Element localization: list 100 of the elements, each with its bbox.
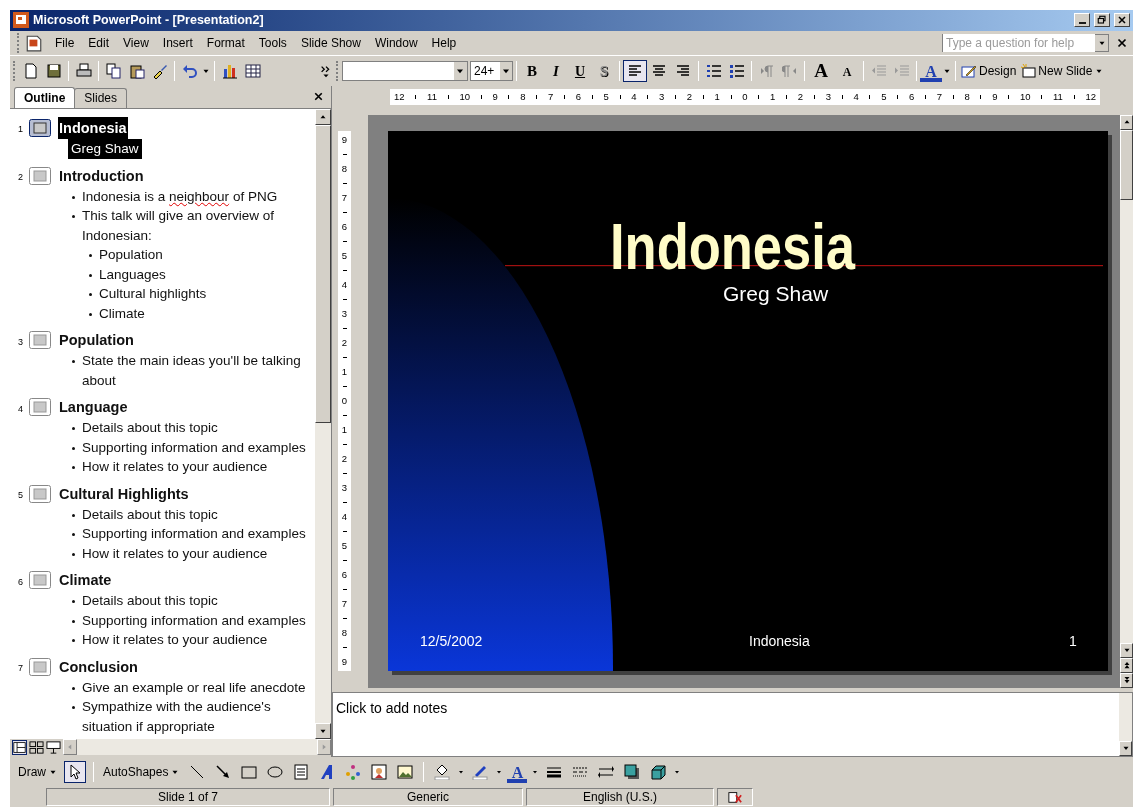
slide-number: 5 (17, 489, 24, 503)
slide-number: 3 (17, 335, 24, 349)
ruler-number: 5 (881, 92, 887, 102)
scroll-thumb[interactable] (315, 124, 331, 423)
italic-button[interactable]: I (544, 60, 568, 83)
pane-tab[interactable]: Outline (14, 86, 76, 108)
restore-button[interactable] (1094, 13, 1110, 28)
menu-item[interactable]: Format (200, 33, 251, 52)
scroll-up-button[interactable] (1120, 114, 1133, 130)
ruler-number: 3 (659, 92, 665, 102)
ruler-number: 7 (341, 192, 348, 203)
ruler-number: 9 (341, 656, 348, 667)
menu-item[interactable]: Slide Show (294, 33, 367, 52)
notes-prompt[interactable]: Click to add notes (336, 699, 448, 716)
ruler-number: 1 (714, 92, 720, 102)
bullet-icon (89, 293, 92, 297)
scroll-up-button[interactable] (315, 108, 331, 125)
ruler-number: 5 (341, 250, 348, 261)
menu-item[interactable]: View (117, 33, 155, 52)
diagram-icon (345, 763, 362, 780)
slide-title[interactable]: Population (58, 329, 135, 352)
document-icon[interactable] (25, 33, 43, 52)
slide-title[interactable]: Indonesia (58, 116, 128, 139)
slide-title[interactable]: Cultural Highlights (58, 482, 190, 505)
bullet-icon (72, 706, 75, 710)
menu-item[interactable]: Edit (82, 33, 116, 52)
minimize-icon (1078, 22, 1086, 25)
design-button[interactable]: Design (959, 60, 1019, 83)
slide-title[interactable]: Climate (58, 569, 113, 592)
draw-menu-button[interactable]: Draw (16, 762, 60, 781)
font-color-button[interactable]: A (920, 60, 942, 83)
slide-footer: Indonesia (749, 630, 810, 652)
bullet-text: Supporting information and examples (82, 438, 307, 457)
ruler-number: 2 (341, 337, 348, 348)
ruler-number: 1 (770, 92, 776, 102)
scroll-down-button[interactable] (1120, 642, 1133, 658)
bullet-text: Indonesia is a neighbour of PNG (82, 187, 279, 206)
ruler-number: 6 (341, 221, 348, 232)
menu-item[interactable]: Insert (156, 33, 199, 52)
clip-art-icon (371, 763, 388, 780)
slide-title[interactable]: Indonesia (610, 214, 855, 279)
pane-tab[interactable]: Slides (74, 87, 128, 108)
close-button[interactable] (1114, 13, 1130, 28)
ruler-number: 4 (853, 92, 859, 102)
slide-title[interactable]: Introduction (58, 164, 145, 187)
underline-button[interactable]: U (568, 60, 592, 83)
help-search-field[interactable]: Type a question for help (942, 33, 1109, 52)
ruler-number: 9 (992, 92, 998, 102)
bullet-text: How it relates to your audience (82, 458, 269, 477)
slide-show-icon[interactable] (46, 739, 61, 755)
new-slide-button[interactable]: New Slide (1018, 60, 1095, 83)
autoshapes-menu-button[interactable]: AutoShapes (101, 762, 183, 781)
chart-icon (221, 63, 238, 80)
menu-item[interactable]: Help (425, 33, 463, 52)
slide-title[interactable]: Conclusion (58, 655, 139, 678)
ruler-number: 6 (908, 92, 915, 102)
minimize-button[interactable] (1074, 13, 1090, 28)
slide-icon[interactable] (29, 118, 51, 137)
ruler-number: 6 (575, 92, 582, 102)
font-grow-button[interactable]: A (808, 60, 834, 83)
scroll-down-button[interactable] (1119, 740, 1132, 756)
pencil-icon (961, 63, 977, 80)
spelling-check-icon[interactable] (727, 789, 743, 804)
shadow-style-icon (624, 763, 641, 780)
font-shrink-button[interactable]: A (834, 60, 860, 83)
subtitle-text[interactable]: Greg Shaw (68, 138, 142, 159)
bullet-icon (72, 639, 75, 643)
ruler-number: 10 (1020, 92, 1031, 102)
bullet-text: Languages (99, 265, 167, 284)
scroll-right-button[interactable] (317, 739, 331, 756)
menu-item[interactable]: Window (368, 33, 424, 52)
slide-title[interactable]: Language (58, 396, 129, 419)
menu-item[interactable]: File (49, 33, 81, 52)
align-left-button[interactable] (623, 60, 647, 83)
bullet-text: How it relates to your audience (82, 631, 269, 650)
scroll-thumb[interactable] (1120, 129, 1133, 200)
slide-subtitle[interactable]: Greg Shaw (723, 282, 829, 304)
bullet-text: Sympathize with the audience's situation if appropriate (82, 698, 272, 736)
ruler-number: 5 (341, 540, 348, 551)
slide-number: 4 (17, 402, 24, 416)
font-field[interactable] (342, 61, 468, 82)
menu-item[interactable]: Tools (252, 33, 293, 52)
font-color-button[interactable]: A (507, 760, 528, 783)
ruler-number: 8 (341, 163, 348, 174)
bold-button[interactable]: B (520, 60, 544, 83)
ruler-number: 7 (936, 92, 942, 102)
bullet-icon (72, 215, 75, 219)
scroll-left-button[interactable] (63, 739, 77, 756)
normal-view-icon[interactable] (12, 739, 27, 755)
ruler-number: 1 (341, 366, 348, 377)
font-size-field[interactable]: 24+ (470, 61, 513, 82)
bullet-icon (89, 273, 92, 277)
bullet-icon (72, 686, 75, 690)
select-objects-button[interactable] (64, 760, 86, 783)
slide-number: 1 (17, 123, 24, 137)
slide-icon (1020, 63, 1037, 80)
scroll-down-button[interactable] (315, 722, 331, 739)
slide-sorter-icon[interactable] (29, 739, 44, 755)
bullet-text: Climate (99, 304, 146, 323)
ruler-number: 2 (686, 92, 693, 102)
